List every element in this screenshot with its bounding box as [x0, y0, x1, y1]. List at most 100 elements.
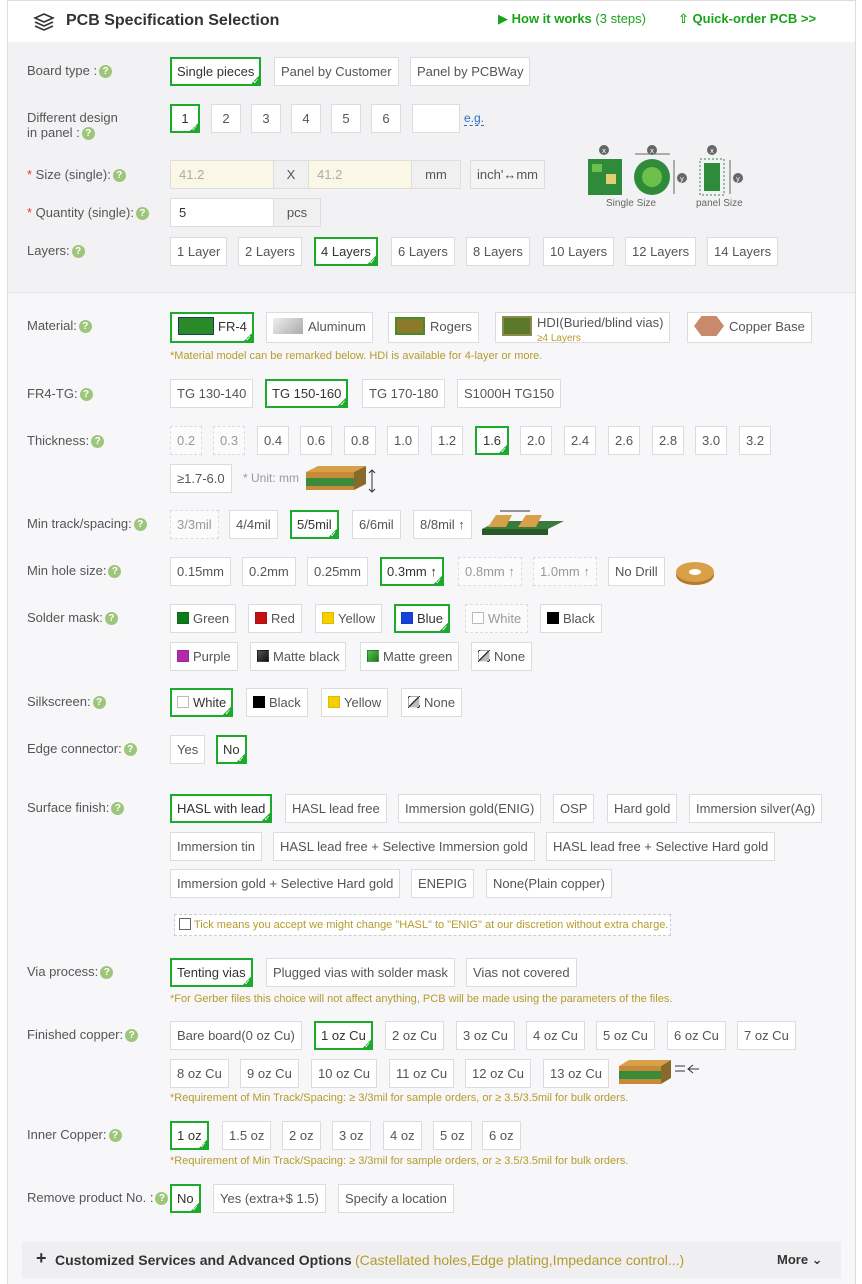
unit-toggle-button[interactable]: inch'↔mm [470, 160, 545, 189]
hole-1-0[interactable]: 1.0mm ↑ [533, 557, 597, 586]
surface-hasl-lead[interactable]: HASL with lead [170, 794, 273, 824]
material-hdi[interactable]: HDI(Buried/blind vias) ≥4 Layers [495, 312, 671, 344]
copper-4oz[interactable]: 4 oz Cu [526, 1021, 585, 1050]
thickness-0-3[interactable]: 0.3 [213, 426, 245, 455]
thickness-custom[interactable]: ≥1.7-6.0 [170, 464, 232, 493]
surface-osp[interactable]: OSP [553, 794, 595, 823]
thickness-1-6[interactable]: 1.6 [475, 426, 509, 456]
solder-matte-black[interactable]: Matte black [250, 642, 347, 671]
hole-0-25[interactable]: 0.25mm [307, 557, 368, 586]
help-icon[interactable]: ? [155, 1192, 169, 1206]
size-height-input[interactable]: 41.2 [308, 160, 412, 189]
thickness-1-0[interactable]: 1.0 [387, 426, 419, 455]
layer-option-8[interactable]: 8 Layers [466, 237, 530, 266]
help-icon[interactable]: ? [135, 207, 149, 221]
thickness-3-2[interactable]: 3.2 [739, 426, 771, 455]
help-icon[interactable]: ? [100, 966, 114, 980]
copper-13oz[interactable]: 13 oz Cu [543, 1059, 610, 1088]
hole-0-15[interactable]: 0.15mm [170, 557, 231, 586]
silk-yellow[interactable]: Yellow [321, 688, 389, 717]
remove-yes[interactable]: Yes (extra+$ 1.5) [213, 1184, 326, 1213]
board-type-panel-customer[interactable]: Panel by Customer [274, 57, 399, 86]
hole-0-3[interactable]: 0.3mm ↑ [380, 557, 444, 587]
silk-none[interactable]: None [401, 688, 463, 717]
surface-hasl-selective-ig[interactable]: HASL lead free + Selective Immersion gol… [273, 832, 535, 861]
tg-s1000h[interactable]: S1000H TG150 [457, 379, 562, 408]
copper-11oz[interactable]: 11 oz Cu [389, 1059, 455, 1088]
thickness-0-6[interactable]: 0.6 [300, 426, 332, 455]
board-type-panel-pcbway[interactable]: Panel by PCBWay [410, 57, 531, 86]
solder-green[interactable]: Green [170, 604, 237, 633]
quick-order-link[interactable]: ⇧ Quick-order PCB >> [678, 11, 816, 27]
help-icon[interactable]: ? [78, 320, 92, 334]
thickness-2-6[interactable]: 2.6 [608, 426, 640, 455]
track-4-4[interactable]: 4/4mil [229, 510, 278, 539]
help-icon[interactable]: ? [112, 169, 126, 183]
material-copper-base[interactable]: Copper Base [687, 312, 812, 343]
remove-no[interactable]: No [170, 1184, 201, 1214]
layer-option-1[interactable]: 1 Layer [170, 237, 228, 266]
thickness-0-4[interactable]: 0.4 [257, 426, 289, 455]
design-option-4[interactable]: 4 [291, 104, 321, 133]
help-icon[interactable]: ? [108, 1129, 122, 1143]
advanced-options-toggle[interactable]: + Customized Services and Advanced Optio… [22, 1242, 841, 1278]
help-icon[interactable]: ? [91, 435, 105, 449]
tg-130[interactable]: TG 130-140 [170, 379, 254, 408]
thickness-2-0[interactable]: 2.0 [520, 426, 552, 455]
hole-no-drill[interactable]: No Drill [608, 557, 665, 586]
design-option-1[interactable]: 1 [170, 104, 200, 134]
solder-black[interactable]: Black [540, 604, 602, 633]
via-plugged[interactable]: Plugged vias with solder mask [266, 958, 455, 987]
copper-12oz[interactable]: 12 oz Cu [465, 1059, 532, 1088]
help-icon[interactable]: ? [71, 245, 85, 259]
surface-ig-selective-hg[interactable]: Immersion gold + Selective Hard gold [170, 869, 401, 898]
via-not-covered[interactable]: Vias not covered [466, 958, 577, 987]
inner-3oz[interactable]: 3 oz [332, 1121, 371, 1150]
solder-red[interactable]: Red [248, 604, 302, 633]
tg-150[interactable]: TG 150-160 [265, 379, 349, 409]
track-6-6[interactable]: 6/6mil [352, 510, 401, 539]
track-8-8[interactable]: 8/8mil ↑ [413, 510, 472, 539]
inner-5oz[interactable]: 5 oz [433, 1121, 472, 1150]
help-icon[interactable]: ? [125, 1029, 139, 1043]
copper-5oz[interactable]: 5 oz Cu [596, 1021, 655, 1050]
layer-option-6[interactable]: 6 Layers [391, 237, 455, 266]
surface-hasl-selective-hg[interactable]: HASL lead free + Selective Hard gold [546, 832, 776, 861]
layer-option-10[interactable]: 10 Layers [543, 237, 615, 266]
help-icon[interactable]: ? [123, 743, 137, 757]
via-tenting[interactable]: Tenting vias [170, 958, 253, 988]
thickness-0-2[interactable]: 0.2 [170, 426, 202, 455]
solder-yellow[interactable]: Yellow [315, 604, 383, 633]
copper-2oz[interactable]: 2 oz Cu [385, 1021, 444, 1050]
remove-specify[interactable]: Specify a location [338, 1184, 454, 1213]
help-icon[interactable]: ? [108, 565, 122, 579]
surface-immersion-silver[interactable]: Immersion silver(Ag) [689, 794, 823, 823]
hasl-enig-consent[interactable]: Tick means you accept we might change "H… [174, 914, 671, 936]
hole-0-2[interactable]: 0.2mm [242, 557, 296, 586]
surface-immersion-tin[interactable]: Immersion tin [170, 832, 263, 861]
example-link[interactable]: e.g. [464, 111, 485, 126]
solder-blue[interactable]: Blue [394, 604, 451, 634]
hole-0-8[interactable]: 0.8mm ↑ [458, 557, 522, 586]
track-3-3[interactable]: 3/3mil [170, 510, 219, 539]
layer-option-14[interactable]: 14 Layers [707, 237, 779, 266]
material-fr4[interactable]: FR-4 [170, 312, 254, 344]
copper-7oz[interactable]: 7 oz Cu [737, 1021, 796, 1050]
inner-2oz[interactable]: 2 oz [282, 1121, 321, 1150]
copper-6oz[interactable]: 6 oz Cu [667, 1021, 726, 1050]
solder-white[interactable]: White [465, 604, 529, 633]
design-option-3[interactable]: 3 [251, 104, 281, 133]
copper-9oz[interactable]: 9 oz Cu [240, 1059, 299, 1088]
surface-enig[interactable]: Immersion gold(ENIG) [398, 794, 542, 823]
solder-purple[interactable]: Purple [170, 642, 238, 671]
help-icon[interactable]: ? [104, 612, 118, 626]
help-icon[interactable]: ? [111, 802, 125, 816]
inner-1-5oz[interactable]: 1.5 oz [222, 1121, 272, 1150]
more-button[interactable]: More ⌄ [777, 1252, 823, 1268]
edge-no[interactable]: No [216, 735, 247, 765]
silk-white[interactable]: White [170, 688, 234, 718]
copper-10oz[interactable]: 10 oz Cu [311, 1059, 378, 1088]
quantity-input[interactable]: 5 [170, 198, 274, 227]
track-5-5[interactable]: 5/5mil [290, 510, 339, 540]
inner-1oz[interactable]: 1 oz [170, 1121, 209, 1151]
